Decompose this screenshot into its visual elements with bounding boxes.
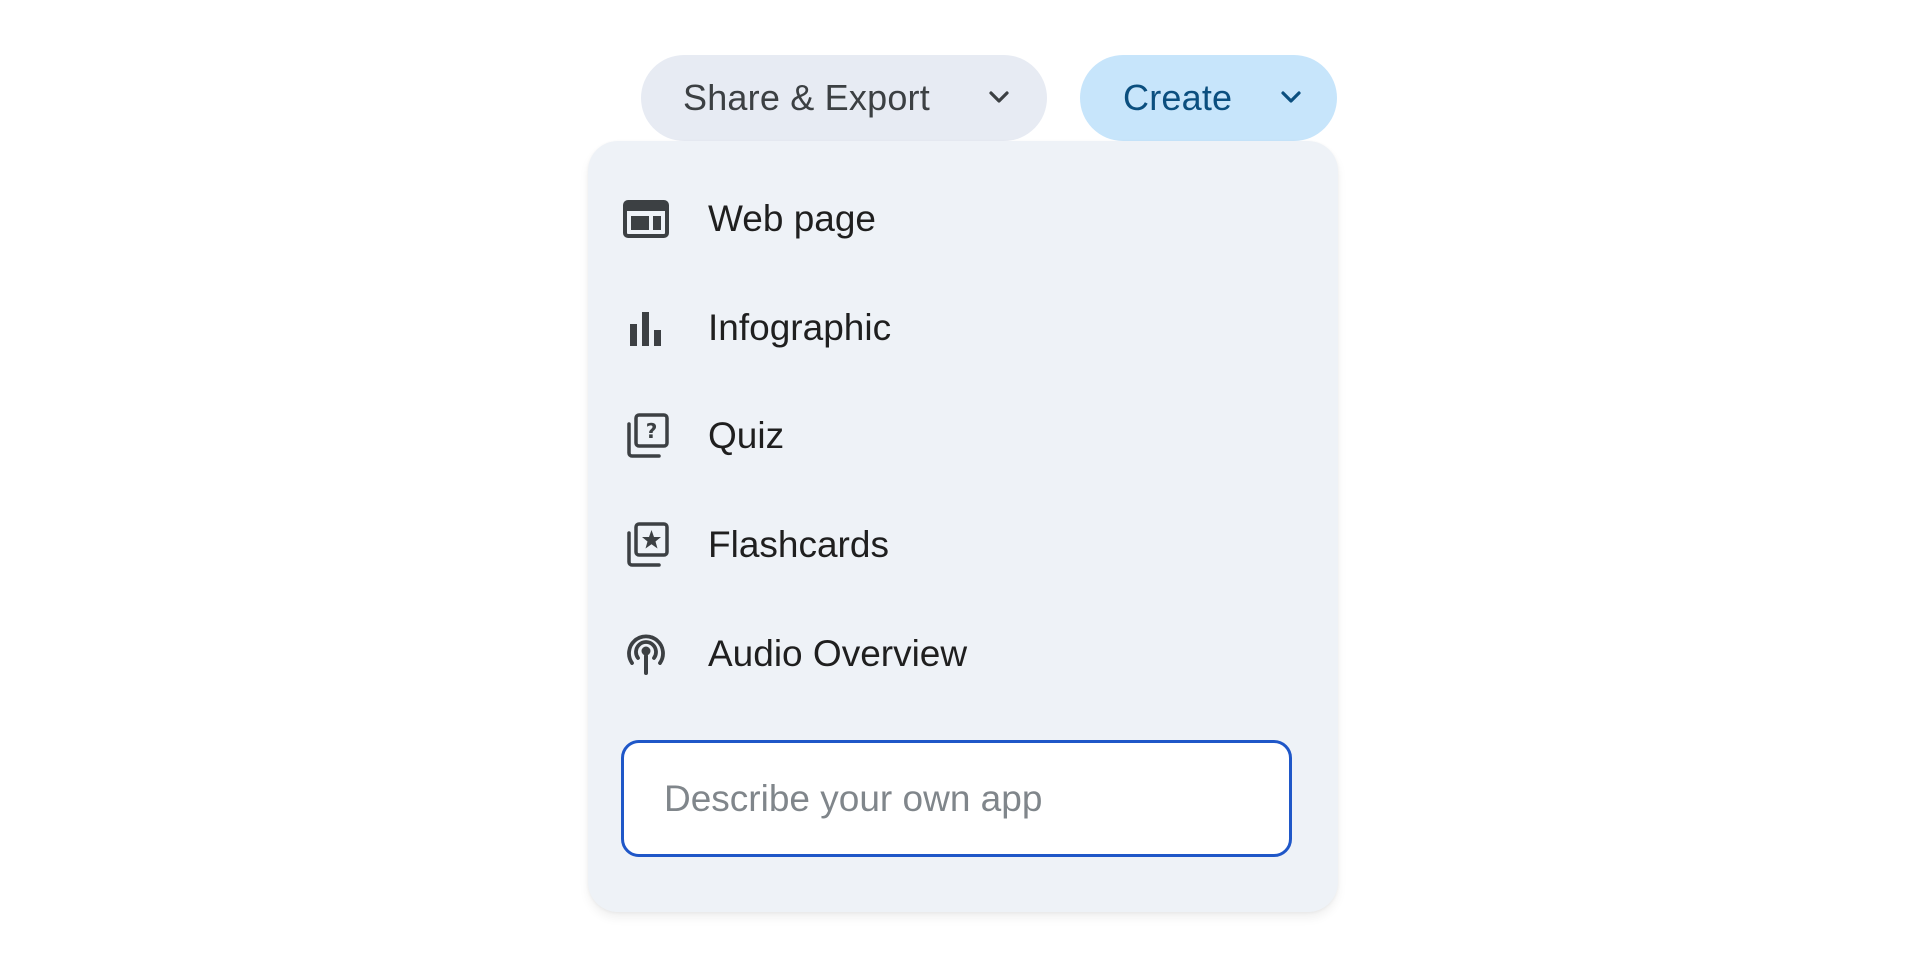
share-export-button[interactable]: Share & Export (641, 55, 1047, 141)
web-page-icon (623, 200, 669, 238)
podcast-icon (627, 634, 665, 675)
create-button[interactable]: Create (1080, 55, 1337, 141)
create-label: Create (1123, 77, 1233, 118)
menu-item-flashcards[interactable]: Flashcards (588, 495, 1338, 595)
describe-app-input[interactable] (621, 740, 1292, 857)
menu-item-infographic[interactable]: Infographic (588, 278, 1338, 378)
menu-item-web-page[interactable]: Web page (588, 169, 1338, 269)
bar-chart-icon (630, 312, 661, 346)
chevron-down-icon (1281, 91, 1301, 103)
svg-text:?: ? (646, 419, 658, 443)
create-menu: Web page Infographic ? Quiz Flashcards A… (588, 141, 1338, 912)
share-export-label: Share & Export (683, 77, 930, 118)
menu-item-quiz[interactable]: ? Quiz (588, 386, 1338, 486)
chevron-down-icon (989, 91, 1009, 103)
page: Share & Export Create Web page Infograph… (0, 0, 1920, 961)
menu-item-label: Infographic (708, 307, 892, 348)
menu-item-label: Audio Overview (708, 633, 968, 674)
flashcards-icon (627, 522, 669, 567)
menu-item-label: Web page (708, 198, 876, 239)
menu-item-audio-overview[interactable]: Audio Overview (588, 604, 1338, 704)
menu-item-label: Quiz (708, 415, 785, 456)
menu-item-label: Flashcards (708, 524, 889, 565)
quiz-icon: ? (627, 413, 669, 458)
